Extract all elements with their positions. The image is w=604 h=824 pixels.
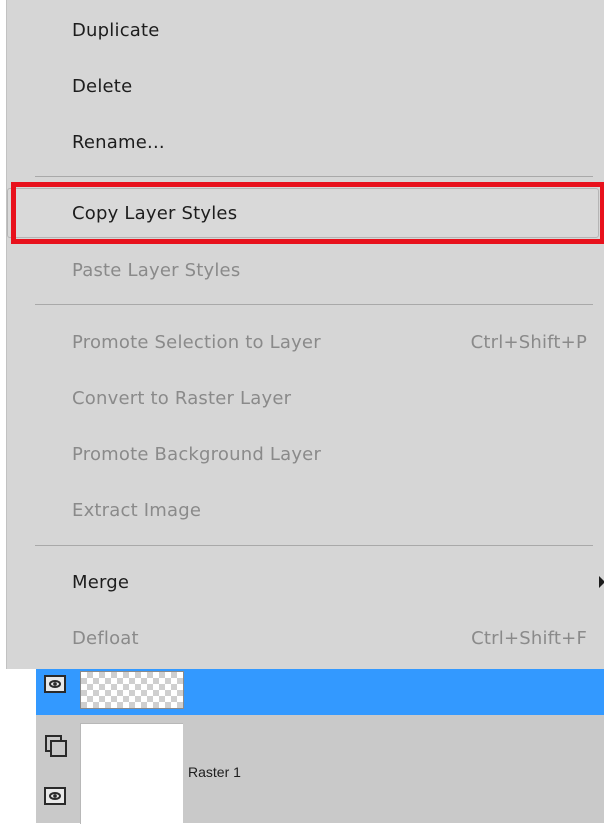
- menu-item-duplicate[interactable]: Duplicate: [7, 5, 604, 55]
- submenu-arrow-icon: [599, 576, 604, 588]
- eye-icon[interactable]: [44, 787, 66, 805]
- menu-item-copy-layer-styles[interactable]: Copy Layer Styles: [7, 188, 604, 238]
- menu-item-label: Promote Background Layer: [72, 443, 322, 465]
- menu-item-label: Duplicate: [72, 19, 160, 41]
- menu-item-promote-selection[interactable]: Promote Selection to Layer Ctrl+Shift+P: [7, 317, 604, 367]
- menu-item-shortcut: Ctrl+Shift+F: [471, 627, 587, 649]
- layer-name[interactable]: Raster 1: [188, 764, 241, 780]
- layer-thumbnail-transparent: [80, 671, 184, 709]
- menu-item-label: Extract Image: [72, 499, 202, 521]
- eye-icon[interactable]: [44, 675, 66, 693]
- menu-item-label: Defloat: [72, 627, 139, 649]
- menu-item-label: Rename...: [72, 131, 165, 153]
- menu-item-delete[interactable]: Delete: [7, 61, 604, 111]
- menu-item-label: Promote Selection to Layer: [72, 331, 321, 353]
- menu-item-rename[interactable]: Rename...: [7, 117, 604, 167]
- menu-separator: [35, 545, 593, 546]
- menu-item-label: Paste Layer Styles: [72, 259, 241, 281]
- menu-item-label: Merge: [72, 571, 130, 593]
- menu-item-label: Delete: [72, 75, 133, 97]
- menu-item-label: Copy Layer Styles: [72, 202, 238, 224]
- layer-context-menu: Duplicate Delete Rename... Copy Layer St…: [6, 0, 604, 669]
- menu-item-extract-image[interactable]: Extract Image: [7, 485, 604, 535]
- menu-item-shortcut: Ctrl+Shift+P: [470, 331, 587, 353]
- menu-item-paste-layer-styles[interactable]: Paste Layer Styles: [7, 245, 604, 295]
- menu-separator: [35, 304, 593, 305]
- menu-item-label: Convert to Raster Layer: [72, 387, 292, 409]
- menu-item-defloat[interactable]: Defloat Ctrl+Shift+F: [7, 613, 604, 663]
- layer-thumbnail-white: [80, 723, 183, 824]
- menu-item-convert-to-raster[interactable]: Convert to Raster Layer: [7, 373, 604, 423]
- menu-separator: [35, 176, 593, 177]
- menu-item-promote-background[interactable]: Promote Background Layer: [7, 429, 604, 479]
- group-icon: [45, 735, 67, 757]
- layers-panel: Raster 1: [0, 669, 604, 824]
- menu-item-merge[interactable]: Merge: [7, 557, 604, 607]
- layers-gutter: [0, 669, 36, 823]
